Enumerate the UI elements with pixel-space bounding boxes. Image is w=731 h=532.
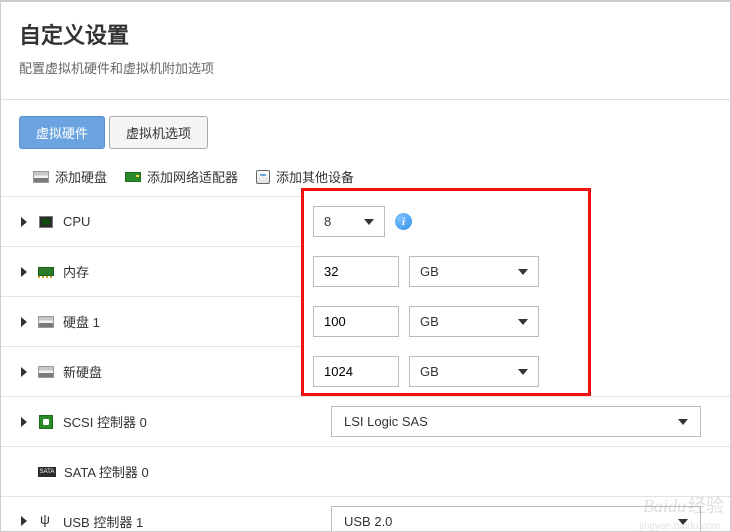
caret-down-icon: [364, 219, 374, 225]
disk-icon: [33, 171, 49, 183]
network-adapter-icon: [125, 172, 141, 182]
disk1-unit-select[interactable]: GB: [409, 306, 539, 337]
cpu-value-cell: 8 i: [301, 196, 730, 246]
scsi-icon: [39, 415, 53, 429]
cpu-icon: [39, 216, 53, 228]
disk1-size-input[interactable]: [313, 306, 399, 337]
memory-unit-select[interactable]: GB: [409, 256, 539, 287]
sata-icon: SATA: [38, 467, 56, 477]
memory-icon: [38, 267, 54, 276]
memory-label: 内存: [63, 262, 89, 281]
row-disk-1[interactable]: 硬盘 1: [1, 296, 301, 346]
newdisk-size-input[interactable]: [313, 356, 399, 387]
newdisk-label: 新硬盘: [63, 362, 102, 381]
usb-value-cell: USB 2.0: [301, 496, 730, 532]
disk1-unit: GB: [420, 314, 439, 329]
cpu-count-select[interactable]: 8: [313, 206, 385, 237]
hardware-values: 8 i GB GB: [301, 196, 730, 532]
scsi-label: SCSI 控制器 0: [63, 412, 147, 431]
newdisk-unit: GB: [420, 364, 439, 379]
expand-icon[interactable]: [21, 217, 27, 227]
expand-icon[interactable]: [21, 267, 27, 277]
caret-down-icon: [518, 369, 528, 375]
usb-icon: [39, 514, 53, 528]
tab-vm-options[interactable]: 虚拟机选项: [109, 116, 208, 149]
row-scsi-controller[interactable]: SCSI 控制器 0: [1, 396, 301, 446]
tabs: 虚拟硬件 虚拟机选项: [1, 116, 730, 149]
device-icon: [256, 170, 270, 184]
add-other-device-button[interactable]: 添加其他设备: [256, 167, 354, 186]
sata-value-cell: [301, 446, 730, 496]
memory-unit: GB: [420, 264, 439, 279]
usb-value: USB 2.0: [344, 514, 392, 529]
page-title: 自定义设置: [19, 18, 712, 50]
scsi-value-cell: LSI Logic SAS: [301, 396, 730, 446]
sata-label: SATA 控制器 0: [64, 462, 149, 481]
usb-label: USB 控制器 1: [63, 512, 143, 531]
row-new-disk[interactable]: 新硬盘: [1, 346, 301, 396]
cpu-label: CPU: [63, 214, 90, 229]
newdisk-value-cell: GB: [301, 346, 730, 396]
add-disk-label: 添加硬盘: [55, 167, 107, 186]
row-usb-controller[interactable]: USB 控制器 1: [1, 496, 301, 532]
expand-icon[interactable]: [21, 516, 27, 526]
settings-grid: CPU 内存 硬盘 1 新硬盘 SCSI 控制器 0: [1, 196, 730, 532]
memory-value-cell: GB: [301, 246, 730, 296]
caret-down-icon: [678, 519, 688, 525]
disk-icon: [38, 316, 54, 328]
caret-down-icon: [518, 319, 528, 325]
expand-icon[interactable]: [21, 367, 27, 377]
scsi-value: LSI Logic SAS: [344, 414, 428, 429]
page-subtitle: 配置虚拟机硬件和虚拟机附加选项: [19, 58, 712, 77]
disk-icon: [38, 366, 54, 378]
newdisk-unit-select[interactable]: GB: [409, 356, 539, 387]
hardware-list: CPU 内存 硬盘 1 新硬盘 SCSI 控制器 0: [1, 196, 301, 532]
divider: [1, 99, 730, 100]
row-cpu[interactable]: CPU: [1, 196, 301, 246]
scsi-type-select[interactable]: LSI Logic SAS: [331, 406, 701, 437]
disk1-label: 硬盘 1: [63, 312, 100, 331]
caret-down-icon: [678, 419, 688, 425]
caret-down-icon: [518, 269, 528, 275]
memory-size-input[interactable]: [313, 256, 399, 287]
header: 自定义设置 配置虚拟机硬件和虚拟机附加选项: [1, 2, 730, 89]
add-device-label: 添加其他设备: [276, 167, 354, 186]
tab-virtual-hardware[interactable]: 虚拟硬件: [19, 116, 105, 149]
add-hard-disk-button[interactable]: 添加硬盘: [33, 167, 107, 186]
add-nic-label: 添加网络适配器: [147, 167, 238, 186]
cpu-value: 8: [324, 214, 331, 229]
expand-icon[interactable]: [21, 317, 27, 327]
toolbar: 添加硬盘 添加网络适配器 添加其他设备: [1, 149, 730, 192]
expand-icon[interactable]: [21, 417, 27, 427]
row-sata-controller[interactable]: SATA SATA 控制器 0: [1, 446, 301, 496]
add-network-adapter-button[interactable]: 添加网络适配器: [125, 167, 238, 186]
usb-type-select[interactable]: USB 2.0: [331, 506, 701, 532]
row-memory[interactable]: 内存: [1, 246, 301, 296]
info-icon[interactable]: i: [395, 213, 412, 230]
vm-settings-dialog: 自定义设置 配置虚拟机硬件和虚拟机附加选项 虚拟硬件 虚拟机选项 添加硬盘 添加…: [0, 0, 731, 532]
disk1-value-cell: GB: [301, 296, 730, 346]
